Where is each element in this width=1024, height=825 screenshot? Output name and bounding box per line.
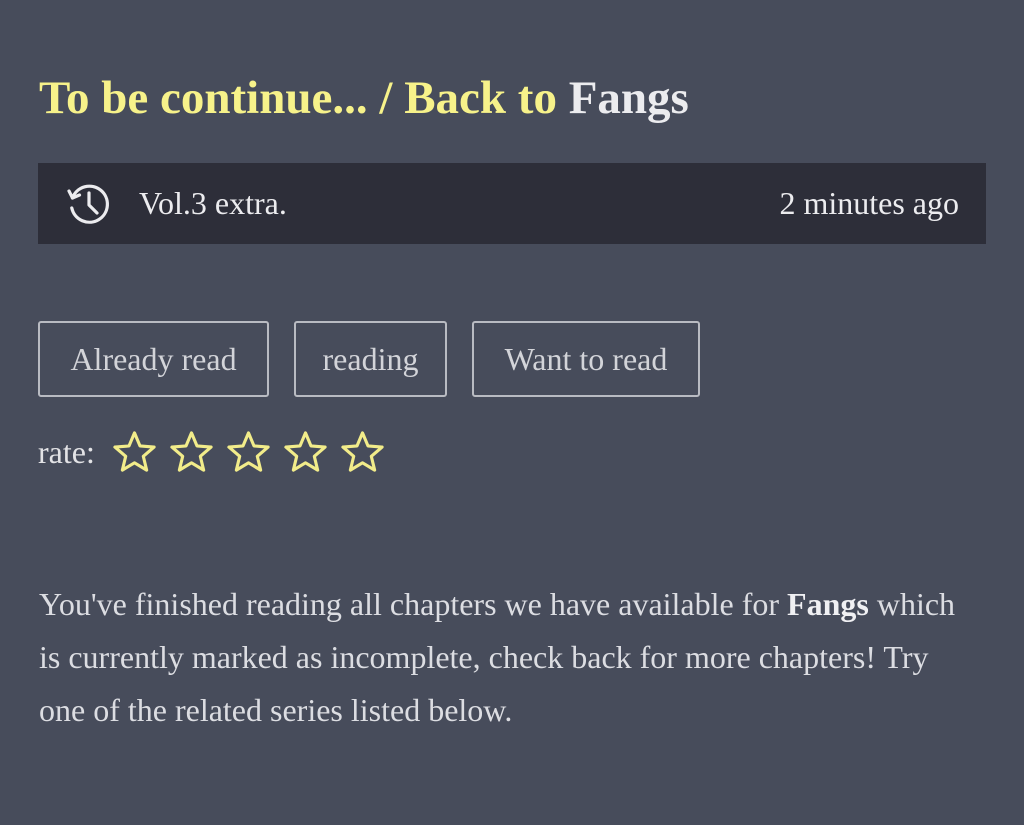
chapter-name[interactable]: Vol.3 extra. [139,185,779,222]
chapter-timestamp: 2 minutes ago [779,185,959,221]
reading-status-group: Already read reading Want to read [38,321,700,397]
reading-button[interactable]: reading [294,321,447,397]
message-series-name: Fangs [787,586,869,622]
star-rating [111,429,386,476]
page-title: To be continue... / Back to Fangs [39,70,689,126]
star-icon[interactable] [339,429,386,476]
rate-label: rate: [38,433,95,470]
rating-row: rate: [38,426,386,478]
star-icon[interactable] [168,429,215,476]
completion-message: You've finished reading all chapters we … [39,578,979,737]
page: To be continue... / Back to Fangs Vol.3 … [0,0,1024,825]
message-text-start: You've finished reading all chapters we … [39,586,788,622]
history-icon [64,179,114,229]
title-prefix: To be continue... / Back to [39,72,569,124]
latest-chapter-bar[interactable]: Vol.3 extra. 2 minutes ago [38,163,986,244]
star-icon[interactable] [282,429,329,476]
already-read-button[interactable]: Already read [38,321,269,397]
star-icon[interactable] [225,429,272,476]
want-to-read-button[interactable]: Want to read [472,321,700,397]
star-icon[interactable] [111,429,158,476]
series-title-link[interactable]: Fangs [569,72,689,124]
